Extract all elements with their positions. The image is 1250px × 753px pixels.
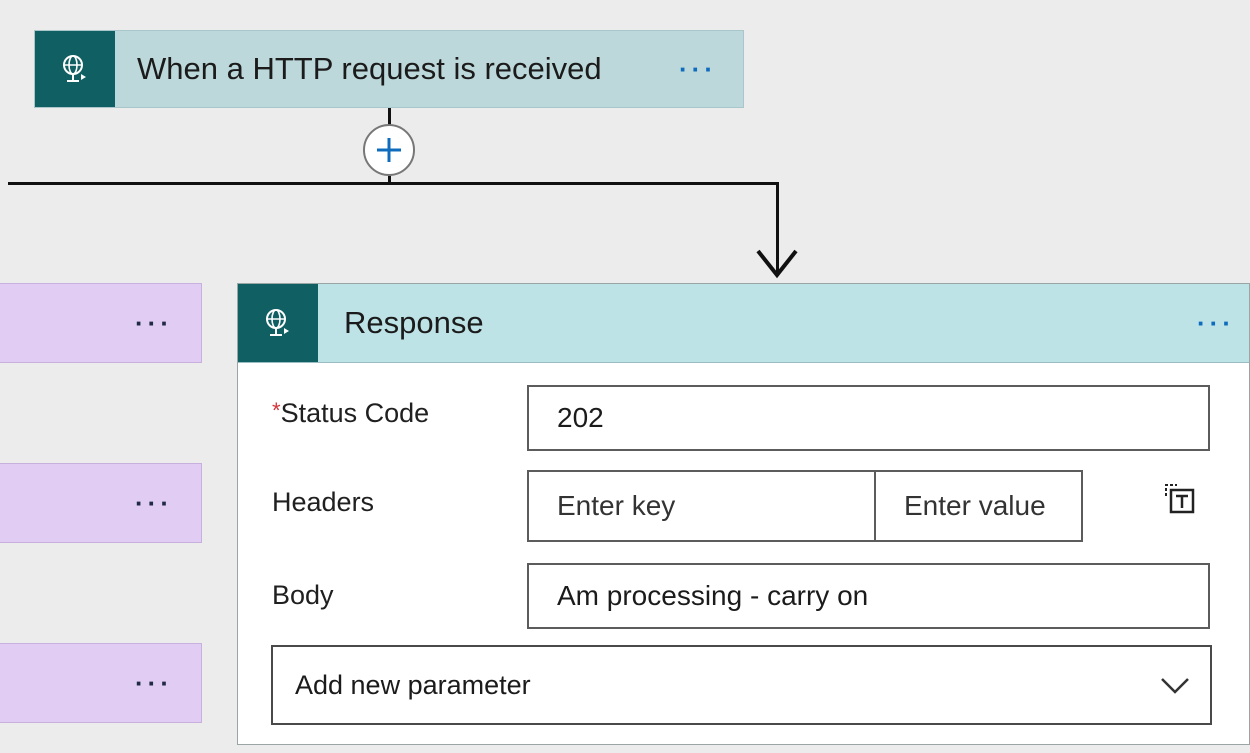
status-code-label-text: Status Code (280, 398, 430, 428)
response-title: Response (344, 305, 484, 340)
plus-icon (377, 138, 401, 162)
add-parameter-dropdown[interactable]: Add new parameter (271, 645, 1212, 725)
required-marker: * (272, 398, 281, 423)
body-input[interactable]: Am processing - carry on (527, 563, 1210, 629)
connector-horizontal (8, 182, 779, 185)
headers-label: Headers (272, 487, 375, 517)
branch-card-2[interactable]: ··· (0, 463, 202, 543)
branch-card-3[interactable]: ··· (0, 643, 202, 723)
branch-more-button-3[interactable]: ··· (135, 670, 201, 696)
text-mode-switch-icon[interactable] (1163, 482, 1199, 518)
trigger-icon-box (35, 31, 115, 107)
trigger-more-button[interactable]: ··· (679, 56, 743, 82)
chevron-down-icon (1161, 678, 1189, 694)
body-label: Body (272, 580, 334, 610)
trigger-title: When a HTTP request is received (137, 51, 602, 86)
globe-request-icon (266, 309, 289, 336)
header-key-input[interactable]: Enter key (527, 470, 876, 542)
branch-more-button-2[interactable]: ··· (135, 490, 201, 516)
response-card: Response ··· *Status Code 202 Headers En… (237, 283, 1250, 745)
response-header[interactable]: Response ··· (238, 284, 1249, 363)
branch-card-1[interactable]: ··· (0, 283, 202, 363)
branch-more-button-1[interactable]: ··· (135, 310, 201, 336)
status-code-label: *Status Code (272, 398, 429, 429)
arrow-down-icon (756, 249, 798, 279)
trigger-card[interactable]: When a HTTP request is received ··· (34, 30, 744, 108)
add-step-button[interactable] (363, 124, 415, 176)
globe-request-icon (63, 55, 86, 82)
response-icon-box (238, 284, 318, 362)
status-code-input[interactable]: 202 (527, 385, 1210, 451)
header-value-input[interactable]: Enter value (874, 470, 1083, 542)
response-more-button[interactable]: ··· (1197, 310, 1249, 336)
add-parameter-label: Add new parameter (295, 669, 531, 700)
